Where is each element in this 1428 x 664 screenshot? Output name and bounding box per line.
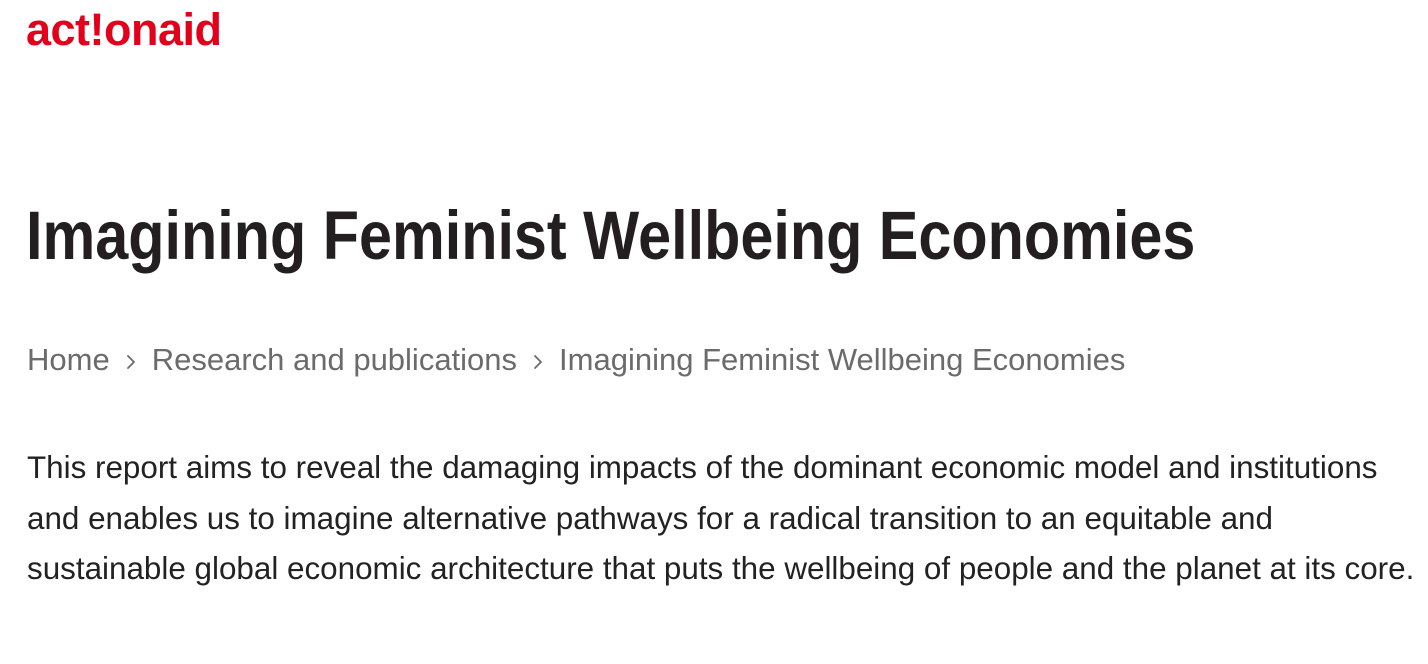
page: act!onaid Imagining Feminist Wellbeing E… [0, 0, 1428, 664]
breadcrumb: Home Research and publications Imagining… [27, 338, 1125, 382]
intro-paragraph: This report aims to reveal the damaging … [27, 450, 1415, 586]
chevron-right-icon [517, 342, 559, 378]
chevron-right-icon [110, 342, 152, 378]
page-title: Imagining Feminist Wellbeing Economies [26, 197, 1196, 274]
breadcrumb-home-link[interactable]: Home [27, 342, 110, 378]
breadcrumb-current-page: Imagining Feminist Wellbeing Economies [559, 342, 1126, 377]
breadcrumb-research-link[interactable]: Research and publications [152, 342, 517, 378]
actionaid-logo[interactable]: act!onaid [26, 4, 222, 56]
